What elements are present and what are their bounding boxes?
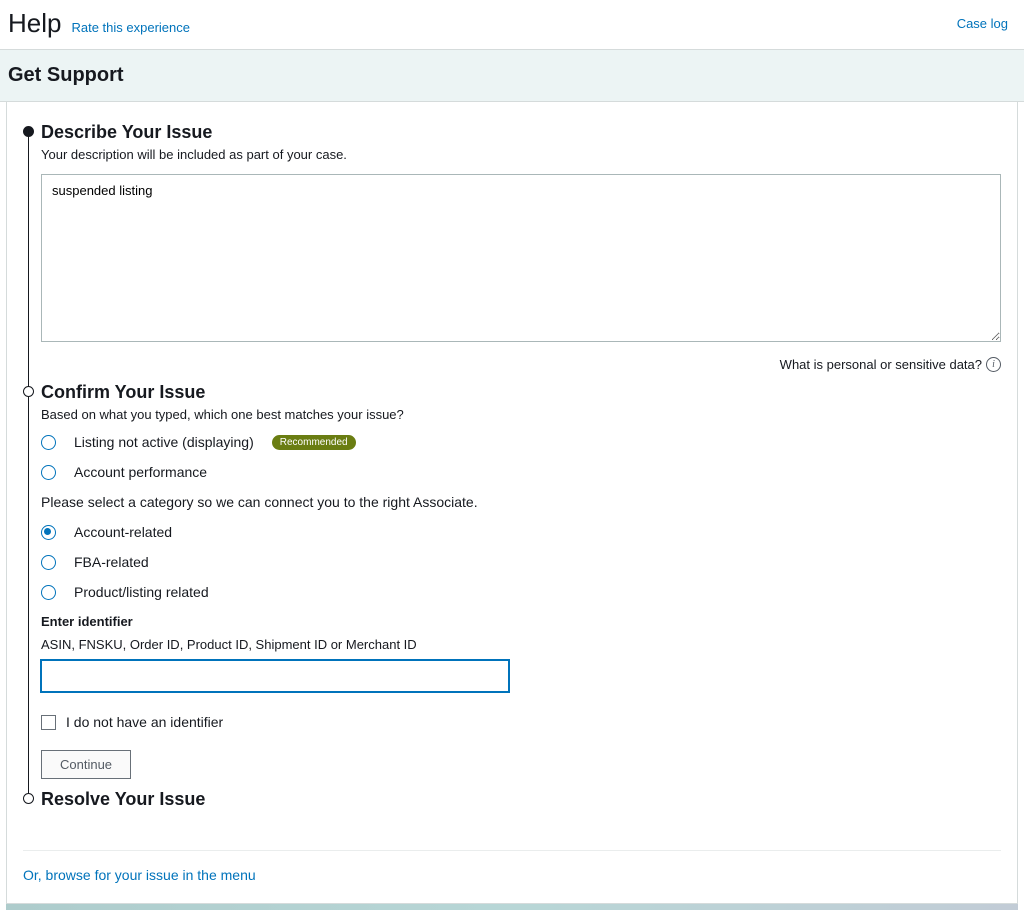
no-identifier-label: I do not have an identifier bbox=[66, 714, 223, 730]
issue-option-label: Listing not active (displaying) bbox=[74, 434, 254, 450]
category-option-account[interactable]: Account-related bbox=[41, 524, 1001, 540]
no-identifier-row[interactable]: I do not have an identifier bbox=[41, 714, 1001, 730]
radio-icon[interactable] bbox=[41, 555, 56, 570]
browse-menu-link[interactable]: Or, browse for your issue in the menu bbox=[23, 850, 1001, 883]
step-confirm-title: Confirm Your Issue bbox=[41, 382, 1001, 403]
bottom-strip bbox=[6, 904, 1018, 910]
sub-bar: Get Support bbox=[0, 50, 1024, 102]
page-help-title: Help bbox=[8, 8, 61, 39]
step-dot-icon bbox=[23, 126, 34, 137]
main-panel: Describe Your Issue Your description wil… bbox=[6, 102, 1018, 904]
category-option-label: Account-related bbox=[74, 524, 172, 540]
step-describe: Describe Your Issue Your description wil… bbox=[41, 122, 1001, 382]
recommended-badge: Recommended bbox=[272, 435, 356, 450]
identifier-input[interactable] bbox=[41, 660, 509, 692]
issue-option-label: Account performance bbox=[74, 464, 207, 480]
issue-option-listing[interactable]: Listing not active (displaying) Recommen… bbox=[41, 434, 1001, 450]
steps-container: Describe Your Issue Your description wil… bbox=[23, 122, 1001, 824]
category-option-product[interactable]: Product/listing related bbox=[41, 584, 1001, 600]
radio-icon[interactable] bbox=[41, 585, 56, 600]
category-option-fba[interactable]: FBA-related bbox=[41, 554, 1001, 570]
category-option-label: FBA-related bbox=[74, 554, 149, 570]
identifier-label: Enter identifier bbox=[41, 614, 1001, 629]
step-dot-icon bbox=[23, 386, 34, 397]
info-icon[interactable]: i bbox=[986, 357, 1001, 372]
step-confirm: Confirm Your Issue Based on what you typ… bbox=[41, 382, 1001, 789]
step-dot-icon bbox=[23, 793, 34, 804]
step-resolve-title: Resolve Your Issue bbox=[41, 789, 1001, 810]
step-describe-title: Describe Your Issue bbox=[41, 122, 1001, 143]
page-title: Get Support bbox=[8, 64, 1016, 87]
category-prompt: Please select a category so we can conne… bbox=[41, 494, 1001, 510]
category-option-label: Product/listing related bbox=[74, 584, 209, 600]
header-left: Help Rate this experience bbox=[8, 8, 190, 39]
step-describe-desc: Your description will be included as par… bbox=[41, 147, 1001, 162]
continue-button[interactable]: Continue bbox=[41, 750, 131, 779]
case-log-link[interactable]: Case log bbox=[957, 16, 1008, 31]
issue-textarea[interactable] bbox=[41, 174, 1001, 342]
step-confirm-desc: Based on what you typed, which one best … bbox=[41, 407, 1001, 422]
radio-icon[interactable] bbox=[41, 525, 56, 540]
sensitive-data-link[interactable]: What is personal or sensitive data? bbox=[780, 357, 982, 372]
radio-icon[interactable] bbox=[41, 465, 56, 480]
issue-option-account-perf[interactable]: Account performance bbox=[41, 464, 1001, 480]
identifier-sublabel: ASIN, FNSKU, Order ID, Product ID, Shipm… bbox=[41, 637, 1001, 652]
rate-experience-link[interactable]: Rate this experience bbox=[71, 20, 190, 35]
checkbox-icon[interactable] bbox=[41, 715, 56, 730]
step-resolve: Resolve Your Issue bbox=[41, 789, 1001, 824]
radio-icon[interactable] bbox=[41, 435, 56, 450]
helper-row: What is personal or sensitive data? i bbox=[41, 357, 1001, 372]
header: Help Rate this experience Case log bbox=[0, 0, 1024, 50]
